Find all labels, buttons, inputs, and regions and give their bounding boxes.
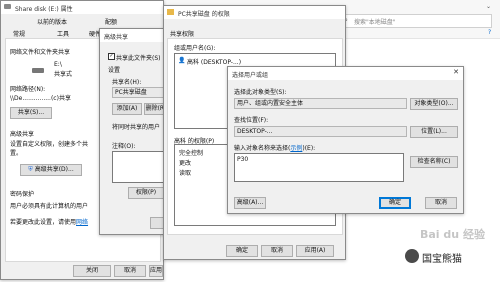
permissions-title: PC共享磁盘 的权限 (178, 11, 230, 18)
permissions-titlebar: PC共享磁盘 的权限 (164, 6, 345, 19)
limit-users-label: 将同时共享的用户 (112, 124, 161, 131)
object-names-label-text: 输入对象名称来选择( (234, 145, 291, 152)
group-users-label: 组或用户名(G): (174, 45, 216, 52)
share-name-label: 共享名(H): (112, 79, 142, 86)
advanced-desc-2: 置。 (10, 150, 23, 157)
advanced-share-button[interactable]: ⛨ 高级共享(D)... (20, 164, 82, 176)
object-types-button[interactable]: 对象类型(O)... (410, 98, 458, 110)
add-button[interactable]: 添加(A) (112, 103, 142, 115)
object-type-label: 选择此对象类型(S): (234, 89, 287, 96)
object-names-label-tail: )(E): (302, 145, 316, 152)
tab-general[interactable]: 常规 (13, 29, 25, 38)
share-folder-checkbox[interactable]: ✓ (108, 53, 115, 60)
properties-title: Share disk (E:) 属性 (15, 6, 73, 13)
select-cancel-button[interactable]: 取消 (425, 197, 457, 209)
examples-link[interactable]: 示例 (290, 145, 302, 152)
locations-button[interactable]: 位置(L)... (410, 126, 458, 138)
drive-status: 共享式 (54, 71, 73, 78)
location-field: DESKTOP-... (234, 126, 407, 137)
advanced-share-label: 高级共享(D)... (34, 166, 74, 173)
share-folder-label: 共享此文件夹(S) (116, 55, 161, 62)
watermark-text: 国宝熊猫 (422, 254, 462, 265)
baidu-watermark: Bai du 经验 (420, 228, 485, 241)
network-path-label: 网络路径(N): (10, 86, 46, 93)
close-button[interactable]: 关闭 (73, 265, 111, 277)
select-users-dialog: 选择用户或组 ✕ 选择此对象类型(S): 用户、组或内置安全主体 对象类型(O)… (227, 66, 464, 214)
perm-apply-button[interactable]: 应用(A) (296, 245, 334, 257)
props-apply-button[interactable]: 应用(A) (149, 265, 163, 277)
perm-row-full-control: 完全控制 (179, 150, 204, 157)
check-names-button[interactable]: 检查名称(C) (410, 156, 458, 168)
location-label: 查找位置(F): (234, 117, 269, 124)
advanced-sharing-heading: 高级共享 (10, 131, 35, 138)
perm-cancel-button[interactable]: 取消 (261, 245, 293, 257)
advanced-sharing-window: 高级共享 ✓ 共享此文件夹(S) 设置 共享名(H): PC共享磁盘 添加(A)… (99, 28, 171, 235)
select-advanced-button[interactable]: 高级(A)... (234, 197, 266, 209)
perm-row-change: 更改 (179, 160, 192, 167)
advanced-desc-1: 设置自定义权限，创建多个共 (10, 141, 89, 148)
perm-ok-button[interactable]: 确定 (226, 245, 258, 257)
user-icon: 👤 (178, 57, 186, 64)
drive-icon (4, 4, 11, 9)
drive-label: E:\ (54, 61, 62, 68)
shared-drive-icon (32, 68, 44, 73)
select-ok-button[interactable]: 确定 (379, 197, 411, 209)
tab-quota[interactable]: 配额 (105, 17, 117, 26)
network-path-value: \\De...............(c)共享 (10, 95, 71, 102)
close-icon[interactable]: ✕ (453, 68, 459, 76)
password-desc-2: 若要更改此设置，请使用网络 (10, 217, 88, 226)
expand-chevron-icon[interactable]: ⌄ (486, 3, 491, 10)
folder-icon (167, 9, 174, 15)
share-name-field[interactable]: PC共享磁盘 (112, 87, 168, 98)
network-link[interactable]: 网络 (76, 219, 88, 226)
object-type-field: 用户、组或内置安全主体 (234, 98, 407, 109)
help-icon[interactable]: ? (488, 29, 491, 36)
password-desc-2-text: 若要更改此设置，请使用 (10, 219, 77, 226)
comment-field[interactable] (112, 151, 168, 183)
password-desc: 用户必须具有此计算机的用户 (10, 203, 89, 210)
group-list-item[interactable]: 高科 (DESKTOP-...) (187, 57, 241, 66)
permissions-button[interactable]: 权限(P) (128, 187, 164, 199)
perm-row-read: 读取 (179, 170, 192, 177)
props-cancel-button[interactable]: 取消 (114, 265, 146, 277)
search-box[interactable]: ⌕ 搜索"本地磁盘" (340, 14, 492, 28)
advanced-titlebar: 高级共享 (100, 29, 170, 42)
select-titlebar: 选择用户或组 ✕ (228, 67, 463, 80)
password-protection-heading: 密码保护 (10, 191, 35, 198)
object-names-value: P30 (237, 156, 249, 163)
shield-icon: ⛨ (28, 166, 33, 173)
select-title: 选择用户或组 (232, 72, 269, 79)
advanced-title: 高级共享 (104, 34, 129, 41)
network-sharing-heading: 网络文件和文件夹共享 (10, 49, 71, 56)
tab-tools[interactable]: 工具 (57, 29, 69, 38)
object-names-label: 输入对象名称来选择(示例)(E): (234, 143, 315, 152)
wechat-icon (405, 249, 419, 263)
share-button[interactable]: 共享(S)... (10, 107, 52, 119)
search-placeholder: 搜索"本地磁盘" (354, 19, 396, 26)
settings-label: 设置 (108, 67, 121, 74)
properties-titlebar: Share disk (E:) 属性 (1, 1, 163, 14)
tab-share-permissions[interactable]: 共享权限 (170, 29, 194, 38)
tab-previous-versions[interactable]: 以前的版本 (37, 17, 67, 26)
object-names-input[interactable]: P30 (234, 153, 404, 182)
comment-label: 注释(O): (112, 143, 136, 150)
